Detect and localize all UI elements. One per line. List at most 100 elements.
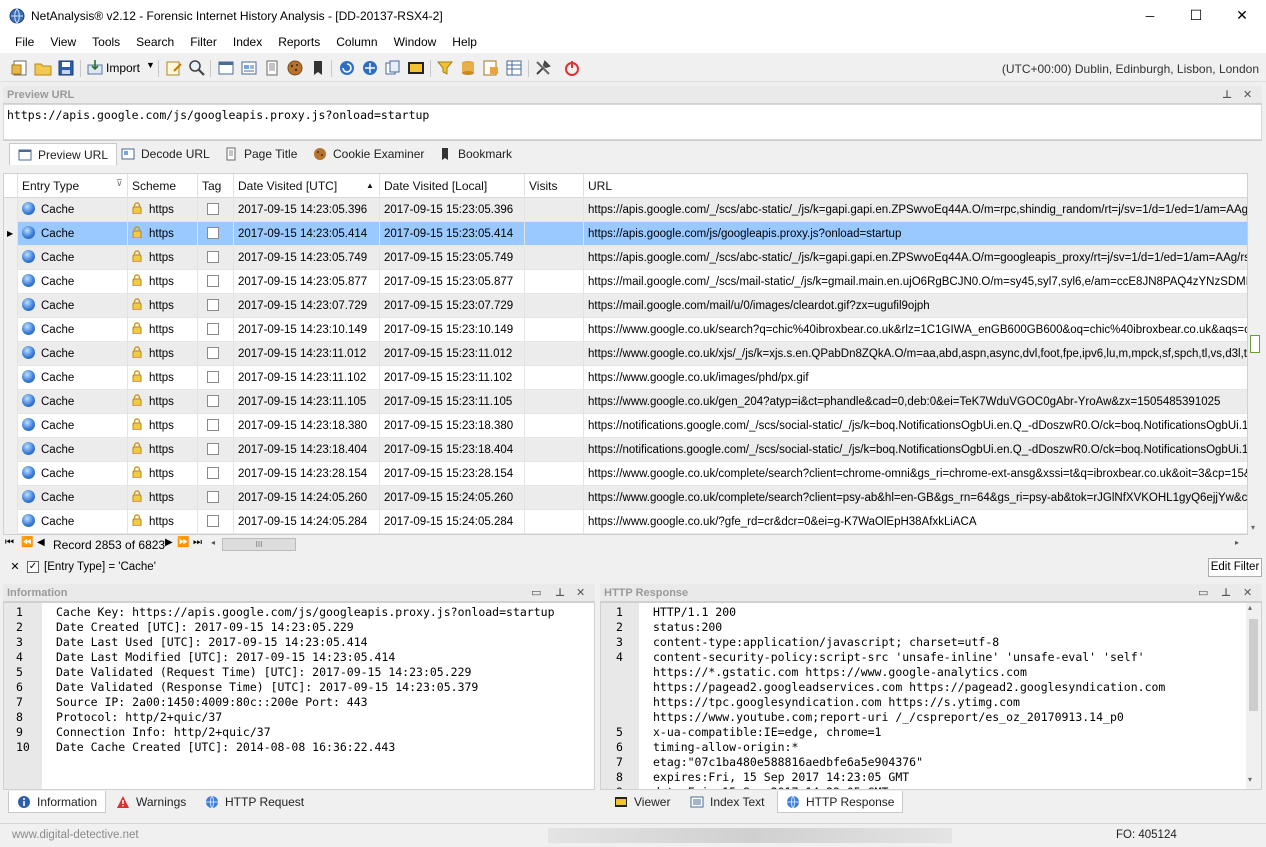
pin-icon[interactable]: ⊥ <box>1222 86 1232 104</box>
import-icon[interactable] <box>86 59 104 77</box>
menu-search[interactable]: Search <box>128 31 182 53</box>
menu-window[interactable]: Window <box>386 31 445 53</box>
maximize-panel-icon[interactable]: ▭ <box>531 584 541 602</box>
last-record-icon[interactable]: ⏭ <box>193 537 202 548</box>
http-vertical-scrollbar[interactable]: ▴ ▾ <box>1246 603 1261 789</box>
previous-page-icon[interactable]: ⏪ <box>21 537 33 548</box>
table-row[interactable]: ▶ Cache https 2017-09-15 14:23:05.414 2017-0… <box>4 222 1247 246</box>
image-icon[interactable] <box>407 59 425 77</box>
tag-checkbox[interactable] <box>207 490 219 503</box>
tab-page-title[interactable]: Page Title <box>216 143 305 165</box>
edit-properties-icon[interactable] <box>165 59 183 77</box>
tag-checkbox[interactable] <box>207 226 219 239</box>
website-link[interactable]: www.digital-detective.net <box>12 829 139 841</box>
table-row[interactable]: Cache https 2017-09-15 14:23:05.749 2017-09… <box>4 246 1247 270</box>
table-row[interactable]: Cache https 2017-09-15 14:23:11.012 2017-09… <box>4 342 1247 366</box>
report-icon[interactable] <box>482 59 500 77</box>
table-row[interactable]: Cache https 2017-09-15 14:24:05.284 2017-09… <box>4 510 1247 534</box>
tag-checkbox[interactable] <box>207 298 219 311</box>
menu-view[interactable]: View <box>42 31 84 53</box>
copy-icon[interactable] <box>384 59 402 77</box>
table-row[interactable]: Cache https 2017-09-15 14:23:18.380 2017-09… <box>4 414 1247 438</box>
scroll-down-icon[interactable]: ▾ <box>1251 523 1255 532</box>
import-label[interactable]: Import <box>106 61 140 75</box>
table-row[interactable]: Cache https 2017-09-15 14:23:11.102 2017-09… <box>4 366 1247 390</box>
tab-bookmark[interactable]: Bookmark <box>430 143 520 165</box>
tab-preview-url[interactable]: Preview URL <box>9 143 118 165</box>
column-header-date-utc[interactable]: Date Visited [UTC] ▲ <box>234 174 380 198</box>
table-row[interactable]: Cache https 2017-09-15 14:23:10.149 2017-09… <box>4 318 1247 342</box>
tab-warnings[interactable]: Warnings <box>108 791 194 813</box>
close-panel-icon[interactable]: ✕ <box>576 584 585 602</box>
tag-checkbox[interactable] <box>207 394 219 407</box>
tag-checkbox[interactable] <box>207 346 219 359</box>
http-response-content[interactable]: 1 HTTP/1.1 200 2 status:200 3 content-type:ap… <box>600 602 1262 790</box>
scroll-down-icon[interactable]: ▾ <box>1248 775 1252 784</box>
scroll-right-icon[interactable]: ▸ <box>1235 538 1239 547</box>
column-header-date-local[interactable]: Date Visited [Local] <box>380 174 525 198</box>
open-folder-icon[interactable] <box>34 59 52 77</box>
menu-reports[interactable]: Reports <box>270 31 328 53</box>
next-record-icon[interactable]: ▶ <box>165 537 173 548</box>
tag-checkbox[interactable] <box>207 370 219 383</box>
previous-record-icon[interactable]: ◀ <box>37 537 45 548</box>
power-icon[interactable] <box>563 59 581 77</box>
tag-checkbox[interactable] <box>207 514 219 527</box>
table-row[interactable]: Cache https 2017-09-15 14:23:18.404 2017-09… <box>4 438 1247 462</box>
import-dropdown-icon[interactable]: ▼ <box>146 60 155 70</box>
horizontal-scroll-thumb[interactable]: III <box>222 538 296 551</box>
close-button[interactable]: ✕ <box>1219 0 1265 31</box>
tag-checkbox[interactable] <box>207 274 219 287</box>
bookmark-icon[interactable] <box>309 59 327 77</box>
column-header-visits[interactable]: Visits <box>525 174 584 198</box>
tools-icon[interactable] <box>534 59 552 77</box>
menu-tools[interactable]: Tools <box>84 31 128 53</box>
database-icon[interactable] <box>459 59 477 77</box>
filter-icon[interactable] <box>436 59 454 77</box>
tag-checkbox[interactable] <box>207 322 219 335</box>
tag-checkbox[interactable] <box>207 250 219 263</box>
first-record-icon[interactable]: ⏮ <box>5 537 14 548</box>
edit-filter-button[interactable]: Edit Filter <box>1208 558 1262 577</box>
tab-viewer[interactable]: Viewer <box>606 791 678 813</box>
tag-checkbox[interactable] <box>207 418 219 431</box>
window-layout-icon[interactable] <box>217 59 235 77</box>
scroll-thumb[interactable] <box>1249 619 1258 711</box>
pin-icon[interactable]: ⊥ <box>1221 584 1231 602</box>
menu-filter[interactable]: Filter <box>182 31 225 53</box>
filter-enabled-checkbox[interactable]: ✓ <box>27 561 39 573</box>
tag-checkbox[interactable] <box>207 442 219 455</box>
preview-url-box[interactable]: https://apis.google.com/js/googleapis.pr… <box>3 104 1262 140</box>
table-row[interactable]: Cache https 2017-09-15 14:23:07.729 2017-09… <box>4 294 1247 318</box>
open-list-icon[interactable] <box>11 59 29 77</box>
table-row[interactable]: Cache https 2017-09-15 14:23:05.877 2017-09… <box>4 270 1247 294</box>
scroll-up-icon[interactable]: ▴ <box>1248 603 1252 612</box>
tab-http-response[interactable]: HTTP Response <box>777 791 904 813</box>
refresh-icon[interactable] <box>338 59 356 77</box>
tab-information[interactable]: Information <box>8 791 107 813</box>
table-row[interactable]: Cache https 2017-09-15 14:23:28.154 2017-09… <box>4 462 1247 486</box>
close-panel-icon[interactable]: ✕ <box>1243 584 1252 602</box>
menu-index[interactable]: Index <box>225 31 270 53</box>
maximize-button[interactable]: ☐ <box>1173 0 1219 31</box>
save-icon[interactable] <box>57 59 75 77</box>
close-panel-icon[interactable]: ✕ <box>1243 86 1252 104</box>
menu-help[interactable]: Help <box>444 31 485 53</box>
information-content[interactable]: 1 Cache Key: https://apis.google.com/js/g… <box>3 602 595 790</box>
column-header-entry-type[interactable]: Entry Type ⊽ <box>18 174 128 198</box>
column-header-tag[interactable]: Tag <box>198 174 234 198</box>
tab-index-text[interactable]: Index Text <box>682 791 772 813</box>
clear-filter-icon[interactable]: ✕ <box>8 560 22 574</box>
table-row[interactable]: Cache https 2017-09-15 14:24:05.260 2017-09… <box>4 486 1247 510</box>
pin-icon[interactable]: ⊥ <box>555 584 565 602</box>
grid-vertical-scrollbar[interactable]: ▾ <box>1248 173 1262 535</box>
tab-decode-url[interactable]: Decode URL <box>113 143 218 165</box>
filter-funnel-icon[interactable]: ⊽ <box>116 174 123 195</box>
tag-checkbox[interactable] <box>207 466 219 479</box>
sync-icon[interactable] <box>361 59 379 77</box>
minimize-button[interactable]: ─ <box>1127 0 1173 31</box>
maximize-panel-icon[interactable]: ▭ <box>1198 584 1208 602</box>
detail-view-icon[interactable] <box>240 59 258 77</box>
column-header-scheme[interactable]: Scheme <box>128 174 198 198</box>
next-page-icon[interactable]: ⏩ <box>177 537 189 548</box>
